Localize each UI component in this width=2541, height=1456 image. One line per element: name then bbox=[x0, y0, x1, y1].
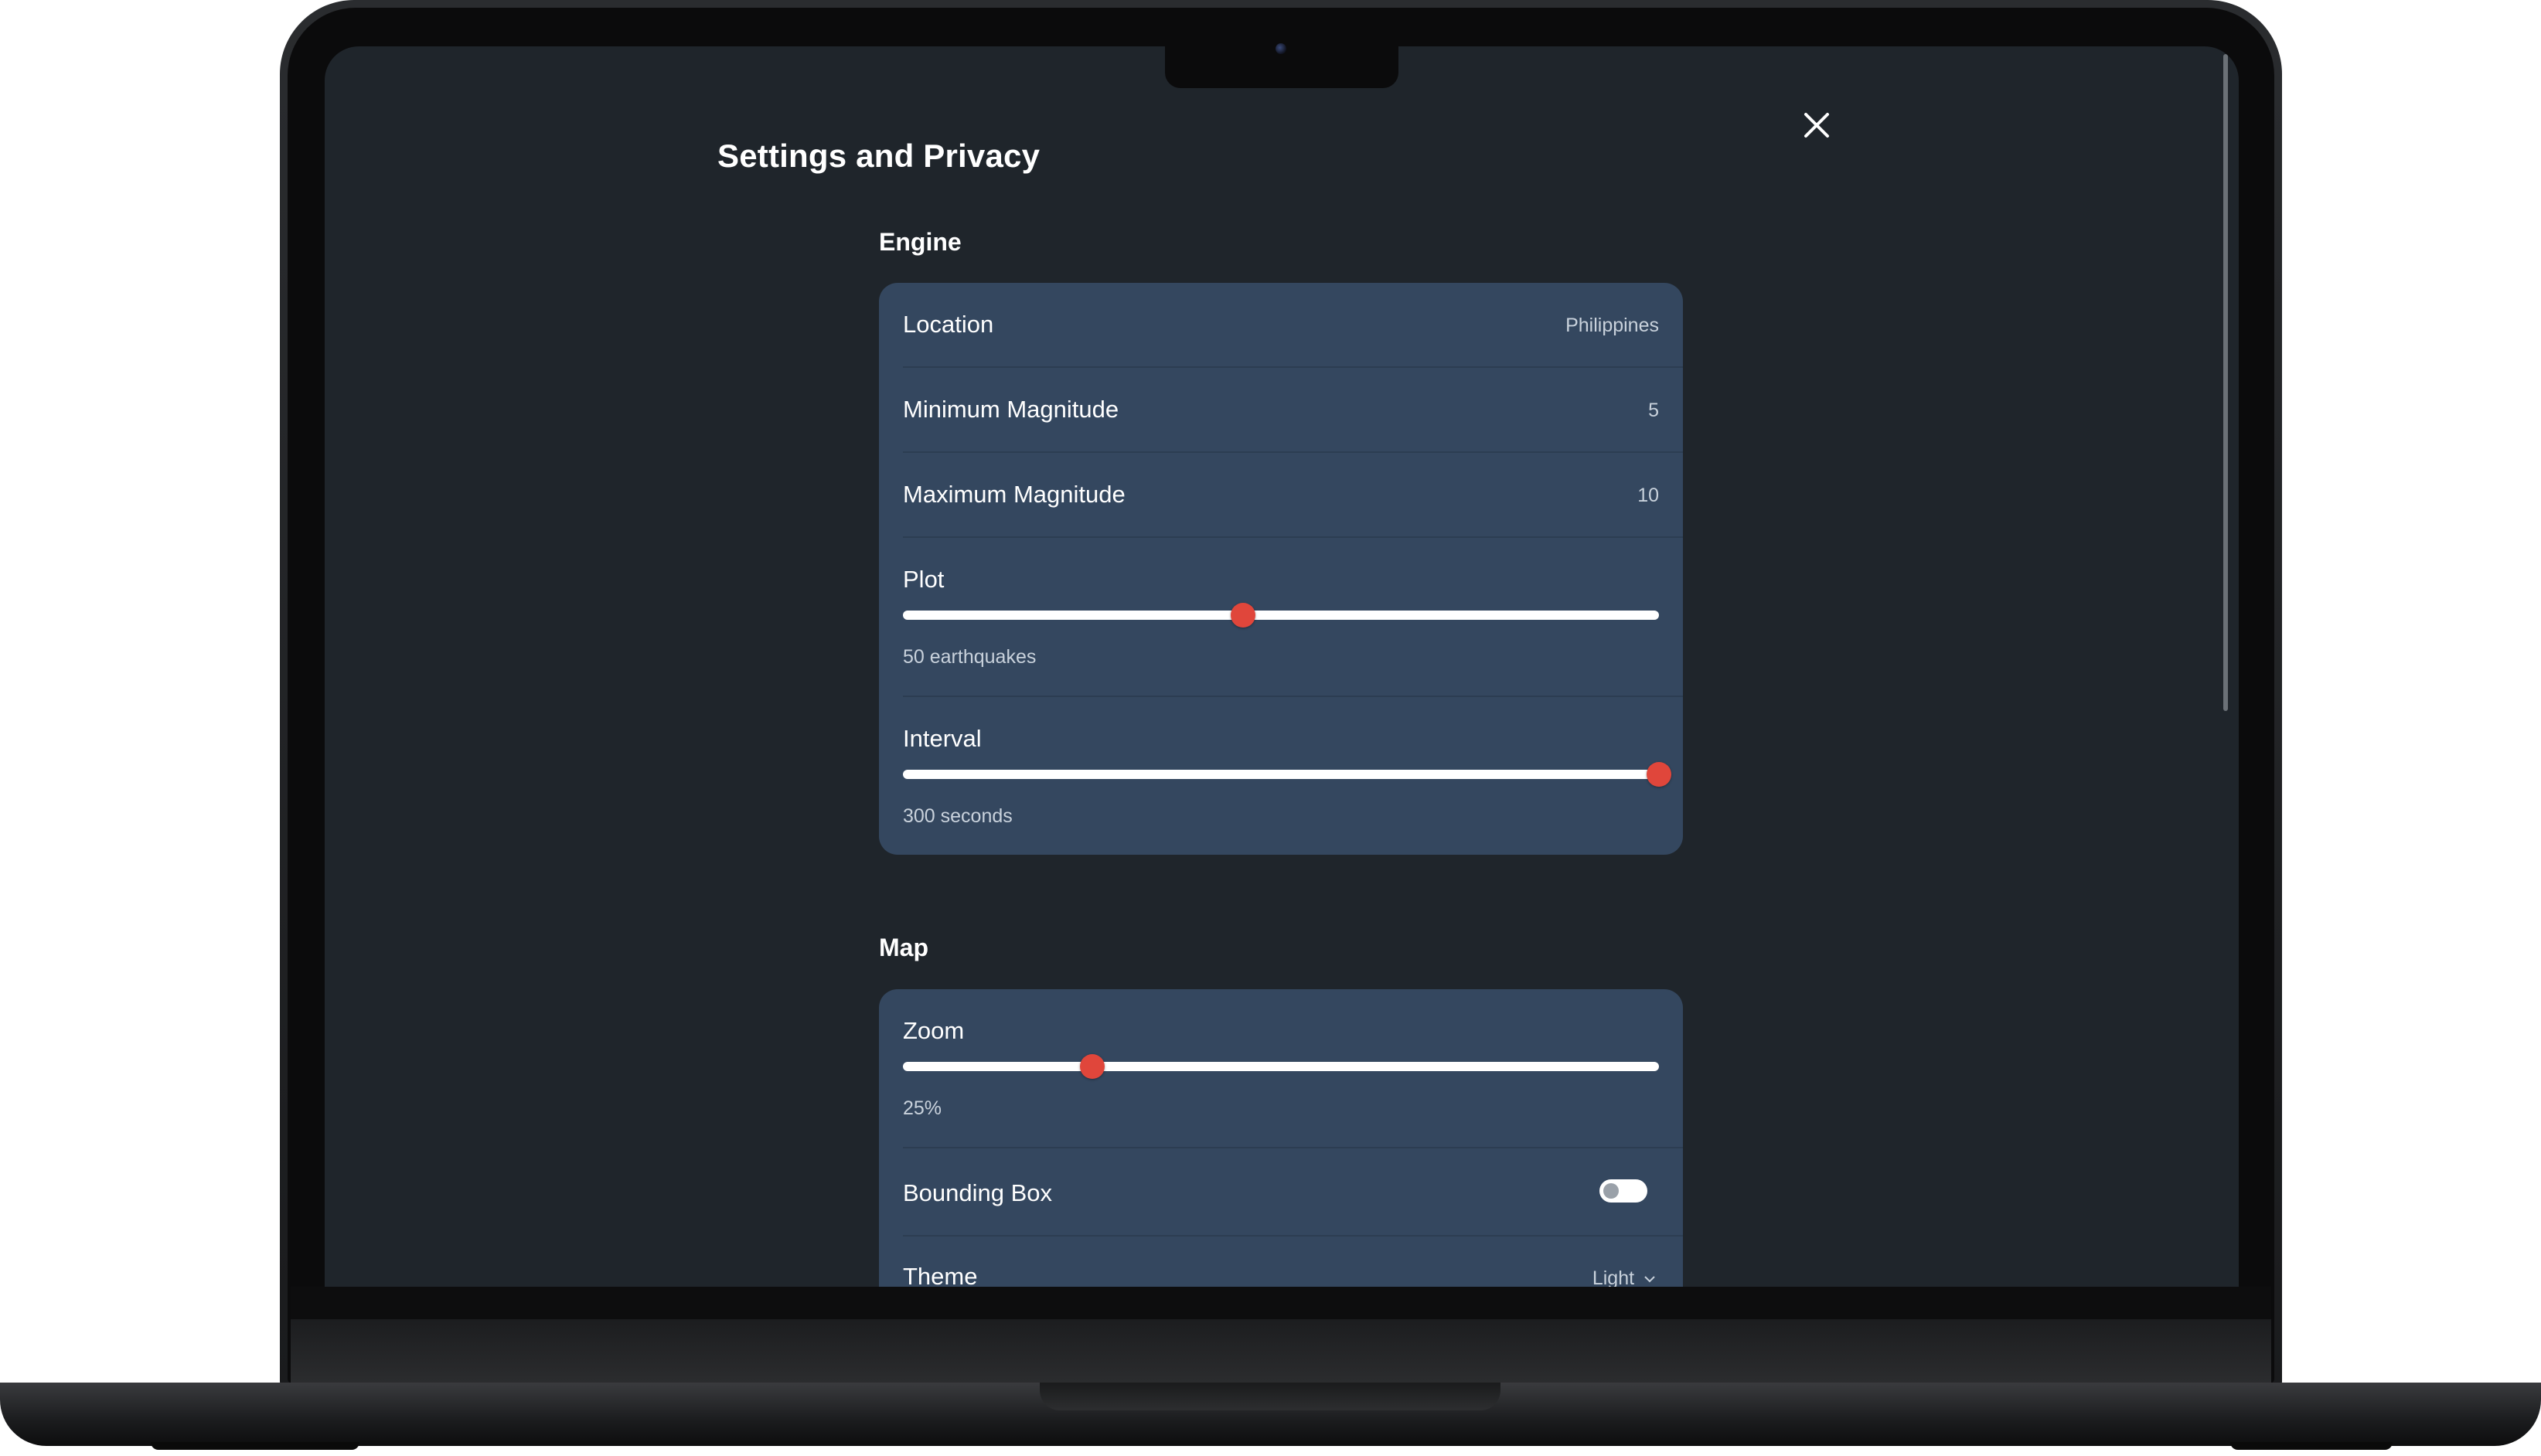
zoom-row: Zoom 25% bbox=[879, 989, 1683, 1148]
theme-select[interactable]: Light bbox=[1592, 1267, 1657, 1287]
zoom-caption: 25% bbox=[903, 1097, 942, 1119]
location-row[interactable]: Location Philippines bbox=[879, 283, 1683, 368]
toggle-knob bbox=[1603, 1183, 1619, 1199]
camera bbox=[1276, 43, 1286, 54]
bounding-box-toggle[interactable] bbox=[1599, 1179, 1647, 1203]
plot-row: Plot 50 earthquakes bbox=[879, 538, 1683, 697]
close-button[interactable] bbox=[1792, 100, 1841, 150]
plot-slider-thumb[interactable] bbox=[1231, 603, 1256, 628]
min-magnitude-label: Minimum Magnitude bbox=[903, 396, 1119, 423]
interval-row: Interval 300 seconds bbox=[879, 697, 1683, 855]
laptop-foot bbox=[2230, 1442, 2393, 1450]
scrollbar[interactable] bbox=[2223, 54, 2228, 711]
theme-row: Theme Light bbox=[879, 1237, 1683, 1287]
laptop-chin bbox=[291, 1287, 2271, 1319]
laptop-opening-notch bbox=[1040, 1383, 1500, 1410]
bounding-box-label: Bounding Box bbox=[903, 1179, 1053, 1206]
max-magnitude-row[interactable]: Maximum Magnitude 10 bbox=[879, 453, 1683, 538]
zoom-slider[interactable] bbox=[903, 1054, 1659, 1079]
location-value: Philippines bbox=[1565, 315, 1659, 336]
min-magnitude-row[interactable]: Minimum Magnitude 5 bbox=[879, 368, 1683, 453]
chevron-down-icon bbox=[1644, 1276, 1655, 1283]
section-label-map: Map bbox=[879, 934, 928, 961]
plot-caption: 50 earthquakes bbox=[903, 646, 1037, 668]
map-card: Zoom 25% Bounding Box Theme Light bbox=[879, 989, 1683, 1287]
section-label-engine: Engine bbox=[879, 228, 962, 256]
interval-slider[interactable] bbox=[903, 762, 1671, 787]
interval-slider-thumb[interactable] bbox=[1647, 762, 1671, 787]
theme-label: Theme bbox=[903, 1263, 978, 1287]
min-magnitude-value: 5 bbox=[1648, 400, 1659, 421]
theme-value: Light bbox=[1592, 1267, 1635, 1287]
max-magnitude-label: Maximum Magnitude bbox=[903, 481, 1126, 508]
interval-label: Interval bbox=[903, 725, 982, 752]
engine-card: Location Philippines Minimum Magnitude 5… bbox=[879, 283, 1683, 855]
location-label: Location bbox=[903, 311, 994, 338]
bounding-box-row: Bounding Box bbox=[879, 1148, 1683, 1237]
zoom-label: Zoom bbox=[903, 1017, 965, 1044]
app-screen: Settings and Privacy Engine Location Phi… bbox=[325, 46, 2239, 1287]
plot-label: Plot bbox=[903, 566, 945, 593]
page-title: Settings and Privacy bbox=[717, 138, 1041, 174]
zoom-slider-thumb[interactable] bbox=[1079, 1054, 1105, 1079]
max-magnitude-value: 10 bbox=[1637, 485, 1659, 506]
laptop-hinge bbox=[291, 1319, 2271, 1383]
laptop-foot bbox=[151, 1442, 359, 1450]
plot-slider[interactable] bbox=[903, 603, 1659, 628]
close-icon bbox=[1804, 113, 1829, 138]
interval-caption: 300 seconds bbox=[903, 805, 1013, 827]
